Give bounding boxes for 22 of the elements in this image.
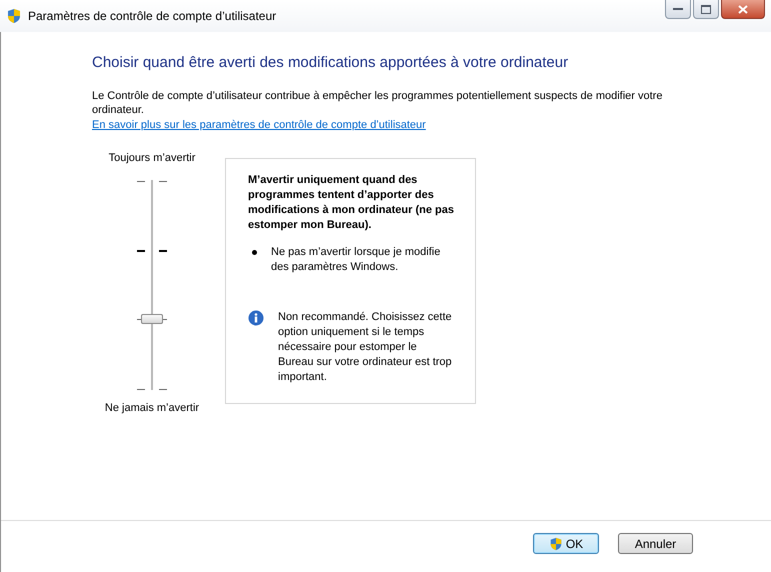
learn-more-link[interactable]: En savoir plus sur les paramètres de contrôle de compte d’utilisateur bbox=[92, 118, 426, 130]
warning-note: Non recommandé. Choisissez cette option uniquement si le temps nécessaire pour estomper le Bureau sur votre ordinateur est trop important. bbox=[278, 310, 453, 385]
panel-title: M’avertir uniquement quand des programmes tentent d’apporter des modifications à mon ordinateur (ne pas estomper mon Bureau). bbox=[248, 173, 455, 233]
minimize-button[interactable] bbox=[665, 0, 691, 19]
description-text: Le Contrôle de compte d’utilisateur contribue à empêcher les programmes potentiellement suspects de modifier votre ordinateur. bbox=[92, 88, 664, 116]
slider-bottom-label: Ne jamais m’avertir bbox=[104, 400, 200, 416]
shield-icon bbox=[6, 8, 22, 24]
bullet-text: Ne pas m’avertir lorsque je modifie des paramètres Windows. bbox=[271, 245, 442, 275]
window-title: Paramètres de contrôle de compte d’utilisateur bbox=[28, 8, 276, 25]
bullet-icon bbox=[252, 250, 257, 255]
cancel-button[interactable]: Annuler bbox=[618, 533, 693, 554]
slider-top-label: Toujours m’avertir bbox=[108, 151, 196, 166]
maximize-button[interactable] bbox=[693, 0, 719, 19]
close-button[interactable] bbox=[721, 0, 765, 19]
slider-thumb[interactable] bbox=[141, 314, 163, 324]
shield-icon bbox=[548, 536, 563, 550]
ok-button[interactable]: OK bbox=[533, 533, 599, 554]
maximize-icon bbox=[701, 4, 711, 14]
heading: Choisir quand être averti des modifications apportées à votre ordinateur bbox=[92, 53, 570, 73]
minimize-icon bbox=[673, 7, 683, 11]
close-icon bbox=[738, 4, 748, 14]
info-icon bbox=[248, 310, 264, 326]
